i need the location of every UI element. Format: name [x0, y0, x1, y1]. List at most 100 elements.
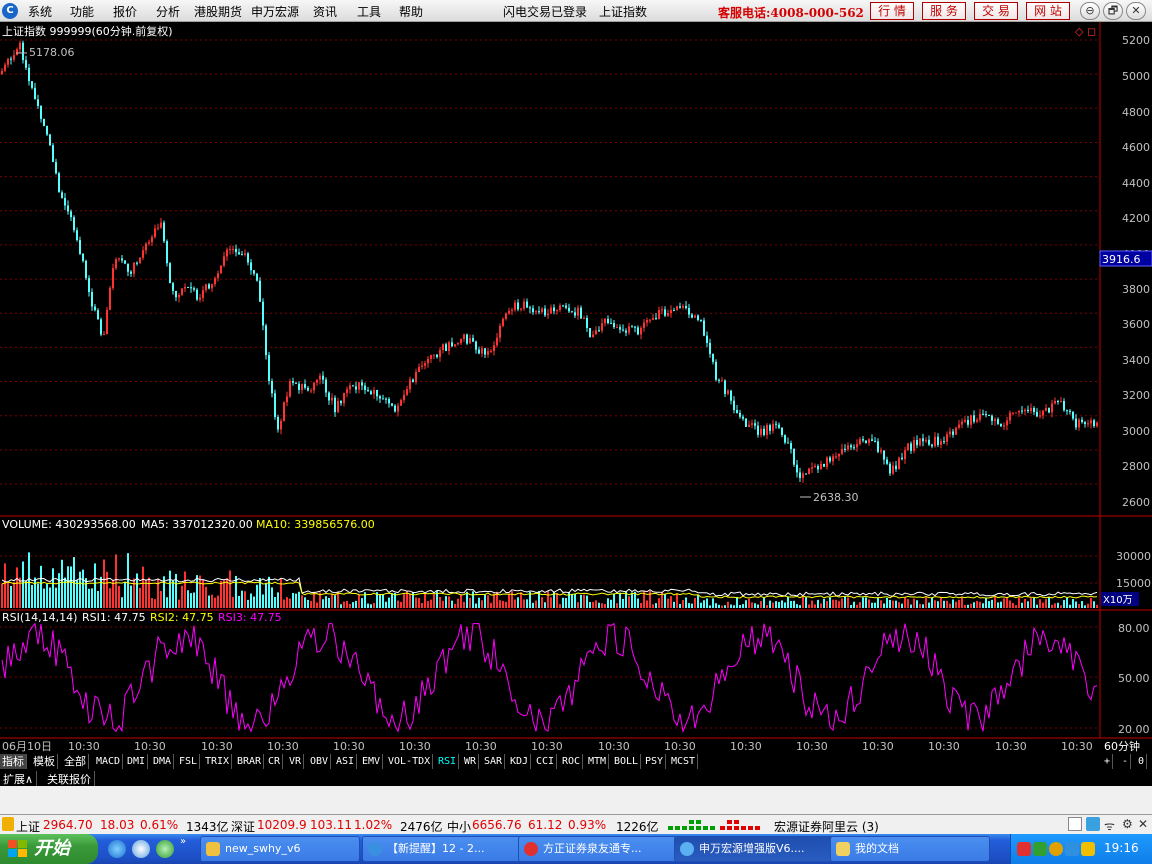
volume-bar — [358, 594, 360, 608]
tray-app-icon[interactable] — [1033, 842, 1047, 856]
zoom-in-button[interactable]: + — [1102, 754, 1114, 769]
candle-body — [124, 260, 126, 264]
candle-body — [175, 290, 177, 298]
quotes-button[interactable]: 行 情 — [870, 2, 914, 20]
y-tick: 4400 — [1122, 177, 1150, 190]
tab-all[interactable]: 全部 — [62, 754, 89, 769]
tab-related-quotes[interactable]: 关联报价 — [44, 771, 95, 787]
tab-obv[interactable]: OBV — [308, 754, 332, 769]
signal-icon[interactable]: ᯤ — [1104, 817, 1118, 833]
candle-body — [925, 439, 927, 442]
tab-kdj[interactable]: KDJ — [508, 754, 532, 769]
tab-mcst[interactable]: MCST — [669, 754, 699, 769]
tab-mtm[interactable]: MTM — [586, 754, 610, 769]
settings-icon[interactable]: ⚙ — [1122, 817, 1136, 831]
tab-vr[interactable]: VR — [287, 754, 305, 769]
task-my-documents[interactable]: 我的文档 — [830, 836, 990, 862]
shield-icon[interactable] — [1081, 842, 1095, 856]
candle-body — [604, 318, 606, 324]
candle-body — [1081, 419, 1083, 423]
zoom-reset-button[interactable]: 0 — [1136, 754, 1148, 769]
minimize-icon[interactable]: ⊖ — [1080, 2, 1100, 20]
candle-body — [445, 344, 447, 351]
menu-item-quotes[interactable]: 报价 — [113, 3, 137, 20]
volume-bar — [481, 600, 483, 608]
tab-template[interactable]: 模板 — [31, 754, 58, 769]
chart-area[interactable]: 上证指数 999999(60分钟.前复权) ◇ ◻ 5178.06 2638.3… — [0, 22, 1152, 754]
browser-icon[interactable] — [156, 840, 174, 858]
menu-item-help[interactable]: 帮助 — [399, 3, 423, 20]
tab-extend[interactable]: 扩展∧ — [0, 771, 38, 787]
menu-item-tools[interactable]: 工具 — [357, 3, 381, 20]
tab-boll[interactable]: BOLL — [612, 754, 642, 769]
tab-emv[interactable]: EMV — [360, 754, 384, 769]
volume-bar — [391, 593, 393, 608]
tab-rsi[interactable]: RSI — [436, 754, 460, 769]
window-icon[interactable] — [1068, 817, 1082, 831]
close-icon[interactable]: ✕ — [1138, 817, 1152, 831]
candle-body — [880, 450, 882, 452]
menu-item-system[interactable]: 系统 — [28, 3, 52, 20]
tab-sar[interactable]: SAR — [482, 754, 506, 769]
task-founder[interactable]: 方正证券泉友通专... — [518, 836, 678, 862]
task-reminder[interactable]: 【新提醒】12 - 2... — [362, 836, 522, 862]
candle-body — [937, 436, 939, 445]
website-button[interactable]: 网 站 — [1026, 2, 1070, 20]
menu-item-function[interactable]: 功能 — [70, 3, 94, 20]
menu-item-analysis[interactable]: 分析 — [156, 3, 180, 20]
candle-body — [661, 309, 663, 311]
app-logo-icon[interactable]: C — [2, 3, 18, 19]
tab-indicator[interactable]: 指标 — [0, 754, 27, 769]
service-button[interactable]: 服 务 — [922, 2, 966, 20]
diamond-icon[interactable]: ◇ — [1075, 25, 1084, 38]
tray-app-icon[interactable] — [1065, 842, 1079, 856]
menu-item-swhy[interactable]: 申万宏源 — [251, 3, 299, 20]
tab-trix[interactable]: TRIX — [203, 754, 233, 769]
chart-canvas[interactable]: 上证指数 999999(60分钟.前复权) ◇ ◻ 5178.06 2638.3… — [0, 22, 1152, 754]
time-tick: 10:30 — [465, 740, 497, 753]
close-icon[interactable]: ✕ — [1126, 2, 1146, 20]
candle-body — [634, 326, 636, 328]
ie-icon[interactable] — [108, 840, 126, 858]
menu-item-news[interactable]: 资讯 — [313, 3, 337, 20]
task-new-swhy[interactable]: new_swhy_v6 — [200, 836, 360, 862]
volume-bar — [508, 593, 510, 608]
tab-macd[interactable]: MACD — [94, 754, 124, 769]
candle-body — [37, 99, 39, 106]
tab-roc[interactable]: ROC — [560, 754, 584, 769]
trade-button[interactable]: 交 易 — [974, 2, 1018, 20]
candle-body — [397, 405, 399, 412]
volume-bar — [43, 588, 45, 608]
app-icon[interactable] — [132, 840, 150, 858]
chat-icon[interactable] — [1086, 817, 1100, 831]
tray-app-icon[interactable] — [1049, 842, 1063, 856]
tab-dmi[interactable]: DMI — [125, 754, 149, 769]
window-icon[interactable]: ◻ — [1087, 25, 1096, 38]
tab-cci[interactable]: CCI — [534, 754, 558, 769]
candle-body — [256, 273, 258, 281]
start-button[interactable]: 开始 — [0, 834, 98, 864]
tab-fsl[interactable]: FSL — [177, 754, 201, 769]
candle-body — [775, 423, 777, 425]
task-swhy-v6[interactable]: 申万宏源增强版V6.... — [674, 836, 834, 862]
volume-bar — [1054, 603, 1056, 608]
sz-index-amount: 2476亿 — [400, 820, 443, 834]
tray-app-icon[interactable] — [1017, 842, 1031, 856]
tab-brar[interactable]: BRAR — [235, 754, 265, 769]
volume-bar — [940, 597, 942, 608]
restore-icon[interactable]: 🗗 — [1103, 2, 1123, 20]
zoom-out-button[interactable]: - — [1120, 754, 1132, 769]
candle-body — [508, 310, 510, 314]
tab-cr[interactable]: CR — [266, 754, 284, 769]
quicklaunch-expand-icon[interactable]: » — [180, 836, 186, 847]
period-label[interactable]: 60分钟 — [1104, 739, 1140, 753]
menu-item-hk-futures[interactable]: 港股期货 — [194, 3, 242, 20]
tab-asi[interactable]: ASI — [334, 754, 358, 769]
volume-bar — [679, 603, 681, 608]
volume-bar — [352, 602, 354, 608]
candle-body — [85, 260, 87, 279]
tab-wr[interactable]: WR — [462, 754, 480, 769]
tab-psy[interactable]: PSY — [643, 754, 667, 769]
tab-vol-tdx[interactable]: VOL-TDX — [386, 754, 434, 769]
tab-dma[interactable]: DMA — [151, 754, 175, 769]
